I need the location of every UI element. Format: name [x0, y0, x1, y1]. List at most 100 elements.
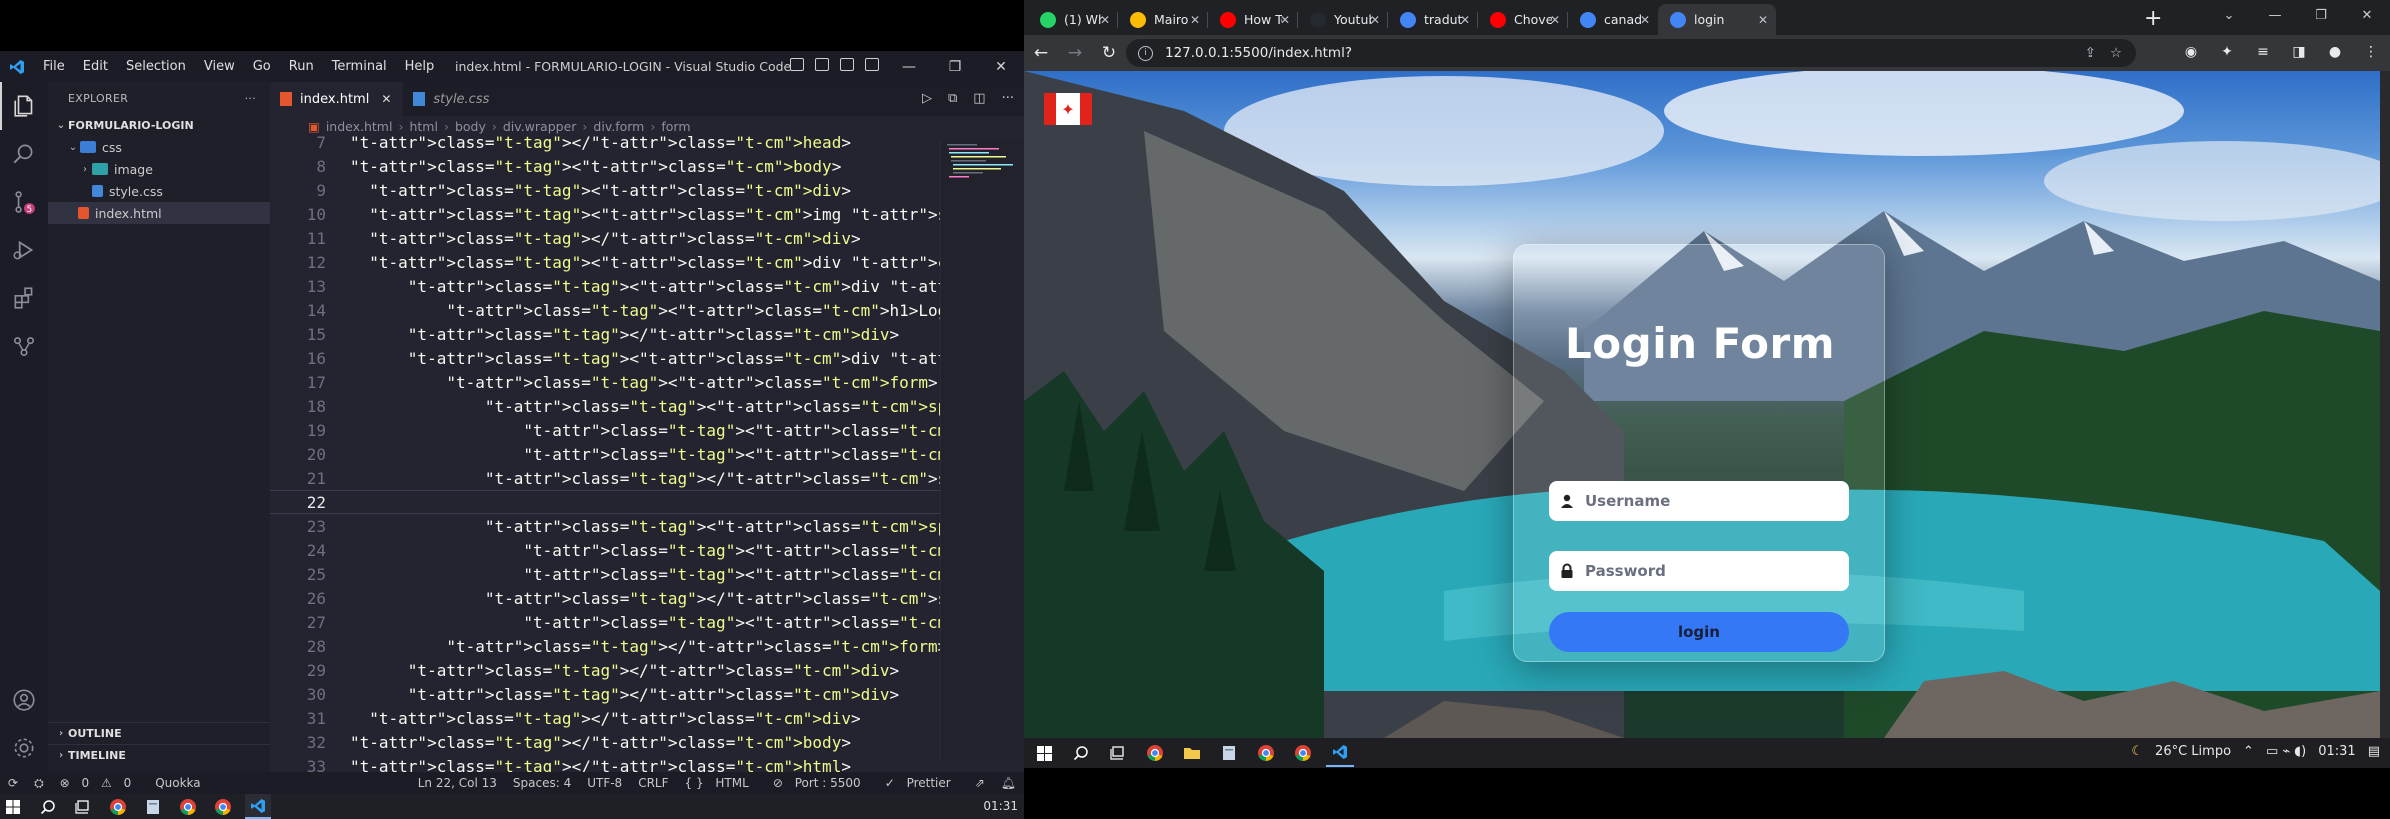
- tray-icons[interactable]: ▭ ⌁ ◖): [2266, 744, 2306, 759]
- close-icon[interactable]: ✕: [2344, 0, 2390, 30]
- problems-indicator[interactable]: ⊗ 0 ⚠ 0: [52, 776, 148, 790]
- search-icon[interactable]: [0, 130, 48, 178]
- remote-icon[interactable]: ⟳: [0, 776, 26, 790]
- browser-tab[interactable]: Mairo Vergar✕: [1118, 4, 1208, 35]
- code-line[interactable]: 18 "t-attr">class="t-tag"><"t-attr">clas…: [270, 394, 976, 418]
- chrome-icon[interactable]: [1141, 739, 1169, 767]
- code-line[interactable]: 14 "t-attr">class="t-tag"><"t-attr">clas…: [270, 298, 1024, 322]
- windows-start-icon[interactable]: [1030, 739, 1058, 767]
- code-line[interactable]: 31 "t-attr">class="t-tag"></"t-attr">cla…: [270, 706, 940, 730]
- more-actions-icon[interactable]: ···: [1002, 91, 1014, 106]
- side-panel-icon[interactable]: ◨: [2288, 41, 2310, 63]
- tree-item-image-folder[interactable]: › image: [48, 158, 270, 180]
- vscode-taskbar-icon[interactable]: [1326, 739, 1354, 767]
- windows-start-icon[interactable]: [0, 794, 26, 819]
- prettier-status[interactable]: ✓ Prettier: [877, 776, 967, 790]
- code-line[interactable]: 24 "t-attr">class="t-tag"><"t-attr">clas…: [270, 538, 1024, 562]
- code-line[interactable]: 29 "t-attr">class="t-tag"></"t-attr">cla…: [270, 658, 940, 682]
- forward-button[interactable]: →: [1058, 36, 1092, 70]
- tab-style-css[interactable]: style.css: [403, 82, 501, 116]
- code-line[interactable]: 7 "t-attr">class="t-tag"></"t-attr">class…: [270, 130, 940, 154]
- run-file-icon[interactable]: ▷: [922, 91, 932, 106]
- chrome-icon[interactable]: [175, 794, 201, 819]
- notification-icon[interactable]: ▤: [2368, 744, 2380, 759]
- browser-tab[interactable]: How To Creat✕: [1208, 4, 1298, 35]
- browser-tab[interactable]: Youtube-V/tr✕: [1298, 4, 1388, 35]
- menu-selection[interactable]: Selection: [117, 59, 195, 74]
- close-tab-icon[interactable]: ✕: [1460, 13, 1470, 27]
- search-icon[interactable]: [1067, 739, 1095, 767]
- live-server-port[interactable]: ⊘ Port : 5500: [765, 776, 877, 790]
- file-manager-icon[interactable]: [140, 794, 166, 819]
- run-debug-icon[interactable]: [0, 226, 48, 274]
- extension-icon[interactable]: ◉: [2180, 41, 2202, 63]
- indentation[interactable]: Spaces: 4: [505, 776, 579, 790]
- line-ending[interactable]: CRLF: [630, 776, 676, 790]
- close-tab-icon[interactable]: ✕: [1280, 13, 1290, 27]
- address-bar[interactable]: i 127.0.0.1:5500/index.html? ⇪ ☆: [1126, 39, 2136, 67]
- code-line[interactable]: 9 "t-attr">class="t-tag"><"t-attr">class…: [270, 178, 940, 202]
- chrome-icon[interactable]: [105, 794, 131, 819]
- menu-run[interactable]: Run: [280, 59, 323, 74]
- close-tab-icon[interactable]: ✕: [1550, 13, 1560, 27]
- code-line[interactable]: 23 "t-attr">class="t-tag"><"t-attr">clas…: [270, 514, 976, 538]
- split-editor-icon[interactable]: ◫: [973, 91, 985, 106]
- code-line[interactable]: 15 "t-attr">class="t-tag"></"t-attr">cla…: [270, 322, 940, 346]
- code-line[interactable]: 21 "t-attr">class="t-tag"></"t-attr">cla…: [270, 466, 1024, 490]
- menu-file[interactable]: File: [34, 59, 74, 74]
- code-line[interactable]: 13 "t-attr">class="t-tag"><"t-attr">clas…: [270, 274, 1024, 298]
- username-field[interactable]: [1549, 481, 1849, 521]
- code-line[interactable]: 26 "t-attr">class="t-tag"></"t-attr">cla…: [270, 586, 1024, 610]
- file-manager-icon[interactable]: [1215, 739, 1243, 767]
- extensions-puzzle-icon[interactable]: ✦: [2216, 41, 2238, 63]
- chrome-icon[interactable]: [210, 794, 236, 819]
- code-line[interactable]: 11 "t-attr">class="t-tag"></"t-attr">cla…: [270, 226, 940, 250]
- code-line[interactable]: 16 "t-attr">class="t-tag"><"t-attr">clas…: [270, 346, 1024, 370]
- outline-section[interactable]: › OUTLINE: [48, 722, 270, 744]
- close-tab-icon[interactable]: ✕: [1190, 13, 1200, 27]
- timeline-section[interactable]: › TIMELINE: [48, 744, 270, 766]
- chevron-up-icon[interactable]: ⌃: [2243, 744, 2254, 759]
- weather-text[interactable]: 26°C Limpo: [2155, 744, 2231, 759]
- browser-tab[interactable]: login ✕: [1658, 4, 1776, 35]
- search-icon[interactable]: [35, 794, 61, 819]
- close-tab-icon[interactable]: ✕: [1100, 13, 1110, 27]
- code-line[interactable]: 12 "t-attr">class="t-tag"><"t-attr">clas…: [270, 250, 1024, 274]
- code-line[interactable]: 19 "t-attr">class="t-tag"><"t-attr">clas…: [270, 418, 1024, 442]
- browser-tab[interactable]: (1) WhatsApp✕: [1028, 4, 1118, 35]
- tree-item-index-html[interactable]: index.html: [48, 202, 270, 224]
- tree-item-style-css[interactable]: style.css: [48, 180, 270, 202]
- account-share-icon[interactable]: ⇗: [967, 776, 993, 790]
- browser-tab[interactable]: tradutor - Pes✕: [1388, 4, 1478, 35]
- explorer-icon[interactable]: [0, 82, 48, 130]
- close-tab-icon[interactable]: ✕: [381, 92, 391, 106]
- task-view-icon[interactable]: [70, 794, 96, 819]
- close-tab-icon[interactable]: ✕: [1370, 13, 1380, 27]
- close-icon[interactable]: ✕: [978, 51, 1024, 82]
- vscode-taskbar-icon[interactable]: [245, 794, 271, 819]
- menu-help[interactable]: Help: [396, 59, 444, 74]
- notifications-icon[interactable]: 🔔︎: [993, 776, 1024, 790]
- folder-icon[interactable]: [1178, 739, 1206, 767]
- reading-list-icon[interactable]: ≡: [2252, 41, 2274, 63]
- minimap[interactable]: [940, 140, 1024, 760]
- toggle-sidebar-icon[interactable]: [790, 58, 804, 71]
- account-icon[interactable]: [0, 676, 48, 724]
- chrome-icon[interactable]: [1252, 739, 1280, 767]
- code-line[interactable]: 28 "t-attr">class="t-tag"></"t-attr">cla…: [270, 634, 948, 658]
- code-line[interactable]: 27 "t-attr">class="t-tag"><"t-attr">clas…: [270, 610, 1024, 634]
- tab-index-html[interactable]: index.html ✕: [270, 82, 404, 116]
- toggle-secondary-sidebar-icon[interactable]: [840, 58, 854, 71]
- code-line[interactable]: 22: [270, 490, 940, 514]
- share-icon[interactable]: ⇪: [2085, 45, 2096, 61]
- menu-edit[interactable]: Edit: [74, 59, 117, 74]
- toggle-panel-icon[interactable]: [815, 58, 829, 71]
- restore-icon[interactable]: ❐: [2298, 0, 2344, 30]
- browser-tab[interactable]: Chovend✕: [1478, 4, 1568, 35]
- page-scrollbar[interactable]: [2380, 71, 2390, 738]
- source-control-icon[interactable]: 5: [0, 178, 48, 226]
- code-line[interactable]: 20 "t-attr">class="t-tag"><"t-attr">clas…: [270, 442, 1015, 466]
- new-tab-button[interactable]: +: [2144, 6, 2162, 31]
- task-view-icon[interactable]: [1104, 739, 1132, 767]
- code-line[interactable]: 17 "t-attr">class="t-tag"><"t-attr">clas…: [270, 370, 940, 394]
